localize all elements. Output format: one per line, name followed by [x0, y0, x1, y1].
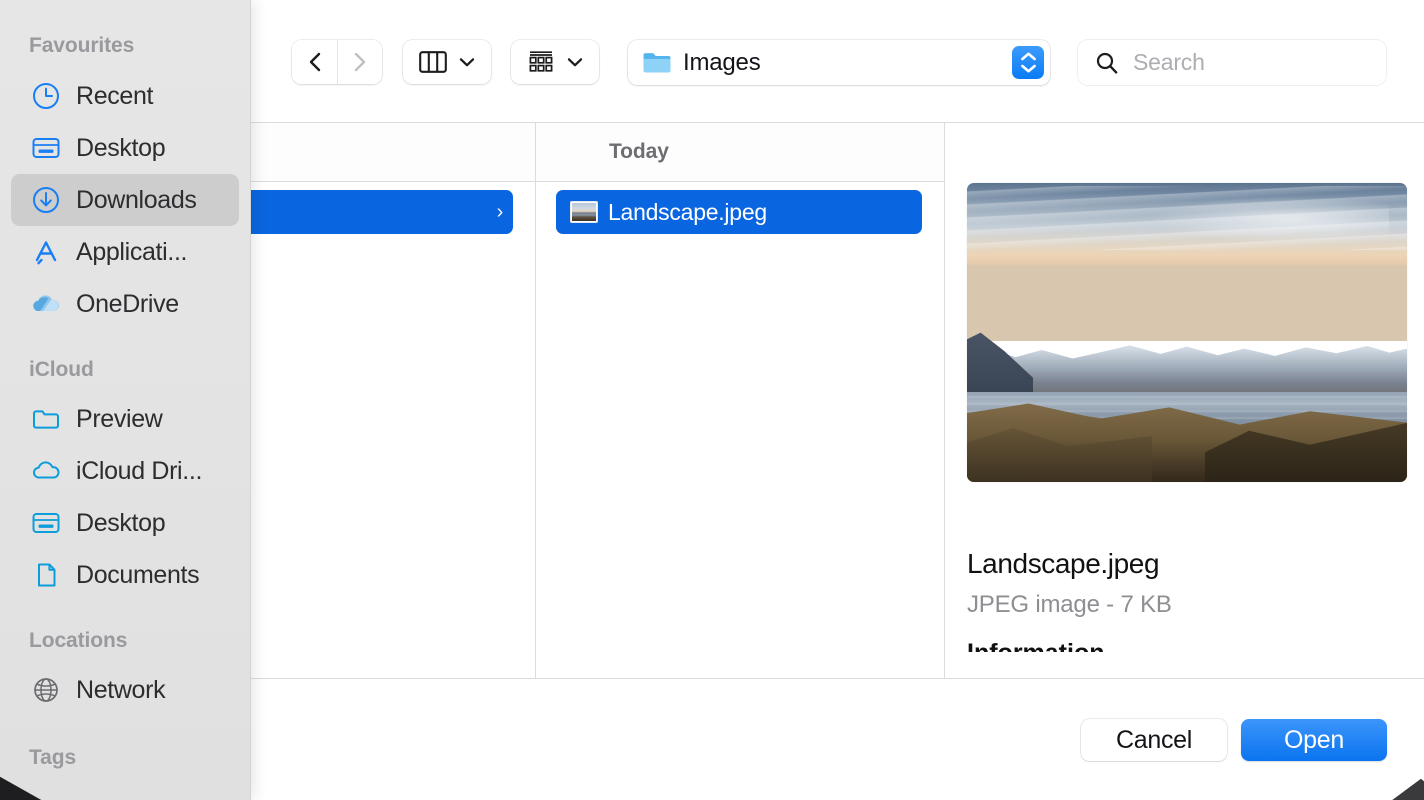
- onedrive-cloud-icon: [29, 289, 63, 319]
- file-open-dialog: Images Search y: [0, 0, 1424, 800]
- sidebar-item-label: Documents: [76, 561, 199, 590]
- sidebar-item-preview[interactable]: Preview: [11, 393, 239, 445]
- app-store-icon: [29, 237, 63, 267]
- globe-icon: [29, 675, 63, 705]
- chevron-up-icon: [1020, 52, 1037, 61]
- sidebar-section-icloud: iCloud: [0, 358, 250, 382]
- sidebar-item-desktop[interactable]: Desktop: [11, 122, 239, 174]
- cancel-button[interactable]: Cancel: [1081, 719, 1227, 761]
- cloud-icon: [29, 456, 63, 486]
- chevron-right-icon: [350, 50, 370, 74]
- desktop-icon: [29, 508, 63, 538]
- group-grid-icon: [527, 50, 555, 74]
- chevron-down-icon: [567, 57, 583, 68]
- image-thumbnail-icon: [570, 201, 598, 223]
- sidebar-item-applications[interactable]: Applicati...: [11, 226, 239, 278]
- column-2-list: Landscape.jpeg: [536, 182, 944, 234]
- sidebar-item-icloud-drive[interactable]: iCloud Dri...: [11, 445, 239, 497]
- column-header-label: Today: [609, 140, 669, 164]
- sidebar-item-label: Desktop: [76, 509, 165, 538]
- sidebar-item-onedrive[interactable]: OneDrive: [11, 278, 239, 330]
- sidebar-item-label: Network: [76, 676, 165, 705]
- sidebar-item-label: Recent: [76, 82, 153, 111]
- chevron-right-icon: ›: [497, 201, 503, 224]
- sidebar-item-icloud-desktop[interactable]: Desktop: [11, 497, 239, 549]
- chevron-down-icon: [459, 57, 475, 68]
- browser-column-2[interactable]: Today Landscape.jpeg: [536, 123, 945, 678]
- sidebar-section-locations: Locations: [0, 629, 250, 653]
- group-by-button[interactable]: [511, 40, 599, 84]
- sidebar-item-downloads[interactable]: Downloads: [11, 174, 239, 226]
- clock-icon: [29, 81, 63, 111]
- sidebar-item-label: Preview: [76, 405, 162, 434]
- search-input-placeholder[interactable]: Search: [1133, 49, 1205, 76]
- list-item-label: Landscape.jpeg: [608, 199, 912, 226]
- sidebar: Favourites Recent Desktop: [0, 0, 251, 800]
- search-field[interactable]: Search: [1078, 40, 1386, 85]
- folder-icon: [642, 50, 672, 75]
- navigation-segmented-control[interactable]: [292, 40, 382, 84]
- desktop-icon: [29, 133, 63, 163]
- chevron-down-icon: [1020, 64, 1037, 73]
- path-stepper-icon[interactable]: [1012, 46, 1044, 79]
- preview-file-name: Landscape.jpeg: [967, 548, 1396, 580]
- sidebar-item-label: Applicati...: [76, 238, 187, 267]
- column-2-header: Today: [536, 123, 944, 182]
- preview-image: [967, 183, 1407, 482]
- download-circle-icon: [29, 185, 63, 215]
- sidebar-item-network[interactable]: Network: [11, 664, 239, 716]
- open-button[interactable]: Open: [1241, 719, 1387, 761]
- folder-outline-icon: [29, 404, 63, 434]
- view-mode-button[interactable]: [403, 40, 491, 84]
- sidebar-item-recent[interactable]: Recent: [11, 70, 239, 122]
- sidebar-section-tags: Tags: [0, 746, 250, 770]
- sidebar-item-label: Desktop: [76, 134, 165, 163]
- back-button[interactable]: [292, 40, 337, 84]
- document-icon: [29, 560, 63, 590]
- sidebar-item-label: OneDrive: [76, 290, 179, 319]
- list-item-landscape-jpeg[interactable]: Landscape.jpeg: [556, 190, 922, 234]
- path-popup-label: Images: [683, 49, 1012, 77]
- sidebar-section-favourites: Favourites: [0, 34, 250, 58]
- path-popup-button[interactable]: Images: [628, 40, 1050, 85]
- chevron-left-icon: [305, 50, 325, 74]
- preview-information-heading: Information: [967, 639, 1396, 652]
- column-view-icon: [419, 51, 447, 73]
- sidebar-item-documents[interactable]: Documents: [11, 549, 239, 601]
- preview-pane: Landscape.jpeg JPEG image - 7 KB Informa…: [945, 123, 1424, 678]
- forward-button[interactable]: [337, 40, 382, 84]
- search-icon: [1095, 51, 1119, 75]
- sidebar-item-label: iCloud Dri...: [76, 457, 202, 486]
- sidebar-item-label: Downloads: [76, 186, 197, 215]
- preview-file-kind: JPEG image - 7 KB: [967, 591, 1396, 619]
